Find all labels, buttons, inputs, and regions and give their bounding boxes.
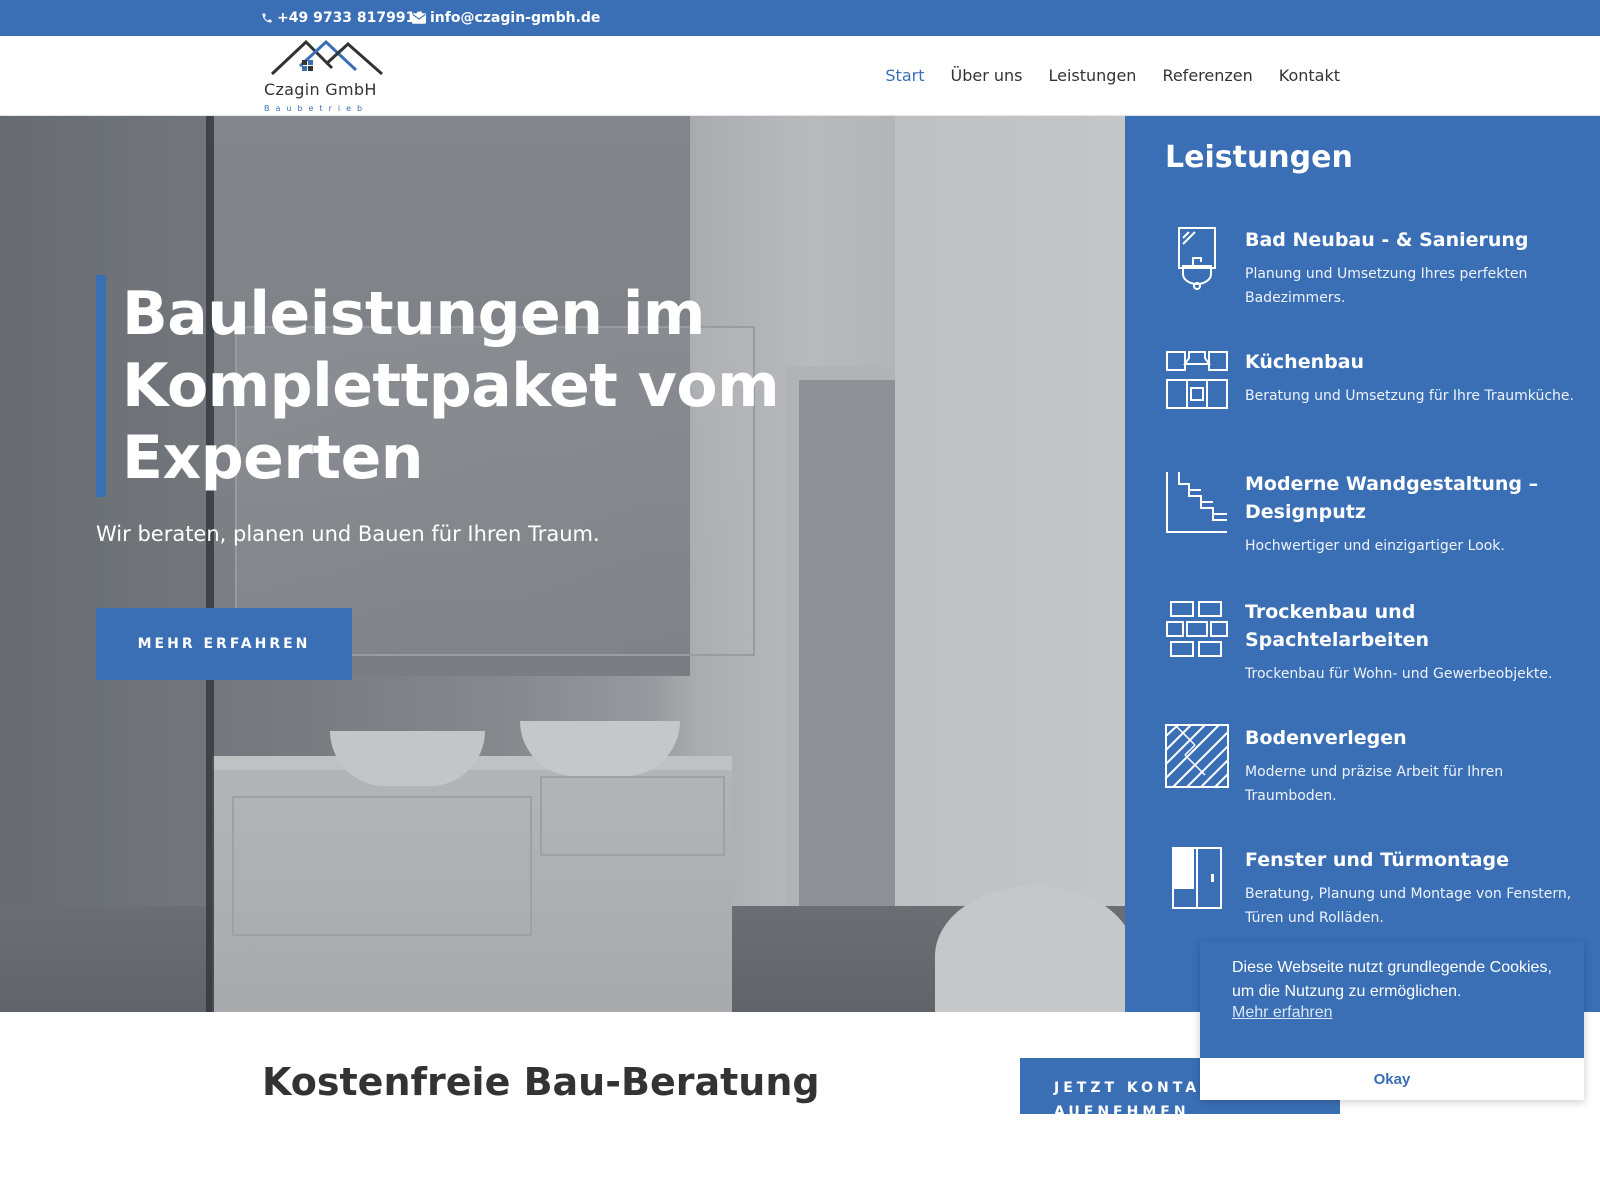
service-title: Bodenverlegen	[1245, 727, 1407, 749]
logo[interactable]: Czagin GmbH Baubetrieb	[262, 40, 392, 116]
service-text: Beratung, Planung und Montage von Fenste…	[1245, 886, 1572, 926]
service-text: Planung und Umsetzung Ihres perfekten Ba…	[1245, 266, 1528, 306]
service-title: Bad Neubau - & Sanierung	[1245, 229, 1529, 251]
drywall-bricks-icon	[1166, 601, 1228, 657]
top-contact-bar: +49 9733 8179911 info@czagin-gmbh.de	[0, 0, 1600, 36]
services-heading: Leistungen	[1165, 140, 1353, 175]
services-panel: Leistungen Bad Neubau - & Sanierung Plan…	[1125, 116, 1600, 1012]
nav-start[interactable]: Start	[885, 66, 924, 85]
cookie-message: Diese Webseite nutzt grundlegende Cookie…	[1232, 959, 1552, 1000]
nav-ueber-uns[interactable]: Über uns	[950, 66, 1022, 85]
envelope-icon	[412, 12, 426, 24]
cookie-okay-button[interactable]: Okay	[1200, 1058, 1584, 1100]
nav-leistungen[interactable]: Leistungen	[1048, 66, 1136, 85]
service-title: Moderne Wandgestaltung – Designputz	[1245, 473, 1539, 523]
cookie-more-link[interactable]: Mehr erfahren	[1232, 1004, 1333, 1022]
nav-referenzen[interactable]: Referenzen	[1162, 66, 1252, 85]
hero-title: Bauleistungen im Komplettpaket vom Exper…	[122, 279, 780, 493]
logo-tagline: Baubetrieb	[264, 104, 369, 113]
hero-subtitle: Wir beraten, planen und Bauen für Ihren …	[96, 522, 600, 546]
kitchen-icon	[1166, 351, 1228, 409]
wall-design-icon	[1166, 472, 1227, 533]
consultation-heading: Kostenfreie Bau-Beratung	[262, 1060, 820, 1104]
service-text: Hochwertiger und einzigartiger Look.	[1245, 538, 1505, 554]
service-title: Küchenbau	[1245, 351, 1365, 373]
service-title: Fenster und Türmontage	[1245, 849, 1509, 871]
window-door-icon	[1172, 847, 1222, 909]
mehr-erfahren-button[interactable]: MEHR ERFAHREN	[96, 608, 352, 680]
logo-name: Czagin GmbH	[264, 80, 377, 99]
phone-number: +49 9733 8179911	[277, 10, 426, 26]
bathroom-sink-icon	[1178, 227, 1216, 290]
service-text: Trockenbau für Wohn- und Gewerbeobjekte.	[1245, 666, 1553, 682]
service-text: Beratung und Umsetzung für Ihre Traumküc…	[1245, 388, 1574, 404]
email-address: info@czagin-gmbh.de	[430, 10, 601, 26]
roof-logo-icon	[270, 40, 383, 76]
service-title: Trockenbau und Spachtelarbeiten	[1245, 601, 1430, 651]
hero-accent-bar	[96, 275, 106, 497]
phone-contact[interactable]: +49 9733 8179911	[261, 10, 425, 26]
parquet-floor-icon	[1165, 724, 1229, 788]
email-contact[interactable]: info@czagin-gmbh.de	[412, 10, 600, 26]
hero-overlay	[0, 116, 1125, 1012]
phone-icon	[261, 12, 273, 24]
site-header: Czagin GmbH Baubetrieb Start Über uns Le…	[0, 36, 1600, 116]
cookie-banner: Diese Webseite nutzt grundlegende Cookie…	[1200, 942, 1584, 1100]
hero-background-image	[0, 116, 1125, 1012]
nav-kontakt[interactable]: Kontakt	[1279, 66, 1340, 85]
main-navigation: Start Über uns Leistungen Referenzen Kon…	[885, 66, 1340, 85]
service-text: Moderne und präzise Arbeit für Ihren Tra…	[1245, 764, 1504, 804]
